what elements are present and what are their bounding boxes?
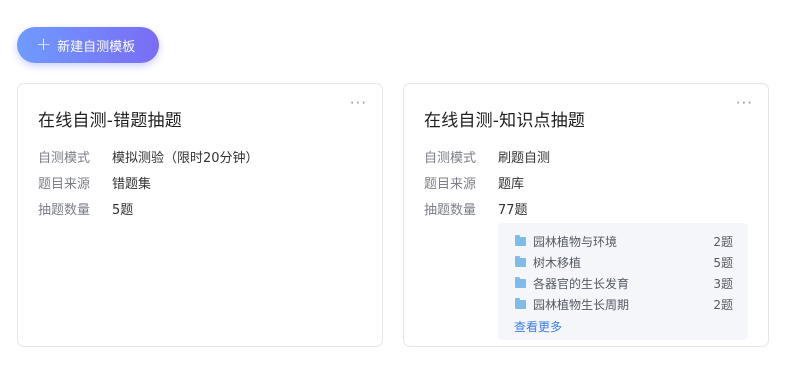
info-label: 自测模式 (424, 151, 477, 166)
info-row-source: 题目来源 错题集 (38, 173, 151, 192)
ellipsis-icon[interactable]: ··· (736, 96, 753, 111)
knowledge-point-count: 2题 (713, 234, 733, 249)
folder-icon (515, 276, 526, 288)
template-card-wrong-questions[interactable]: 在线自测-错题抽题 ··· 自测模式 模拟测验（限时20分钟） 题目来源 错题集… (17, 83, 383, 347)
card-title: 在线自测-知识点抽题 (424, 111, 586, 131)
knowledge-point-count: 5题 (713, 255, 733, 270)
info-value: 模拟测验（限时20分钟） (112, 151, 259, 166)
new-template-label: 新建自测模板 (57, 39, 136, 55)
knowledge-point-panel: 园林植物与环境 2题 树木移植 5题 各器官的生长发育 3题 园林植物生长周期 … (498, 223, 748, 340)
info-row-source: 题目来源 题库 (424, 173, 524, 192)
info-row-count: 抽题数量 77题 (424, 199, 528, 218)
info-value: 题库 (498, 177, 525, 192)
info-label: 题目来源 (38, 177, 91, 192)
knowledge-point-name: 树木移植 (533, 255, 582, 270)
knowledge-point-name: 园林植物生长周期 (533, 297, 630, 312)
knowledge-point-item: 各器官的生长发育 3题 (515, 274, 733, 292)
info-row-mode: 自测模式 模拟测验（限时20分钟） (38, 147, 259, 166)
folder-icon (515, 255, 526, 267)
plus-icon: + (36, 34, 52, 55)
info-row-mode: 自测模式 刷题自测 (424, 147, 550, 166)
template-card-knowledge-points[interactable]: 在线自测-知识点抽题 ··· 自测模式 刷题自测 题目来源 题库 抽题数量 77… (403, 83, 769, 347)
info-value: 5题 (112, 203, 134, 218)
info-label: 自测模式 (38, 151, 91, 166)
knowledge-point-item: 园林植物生长周期 2题 (515, 295, 733, 313)
see-more-link[interactable]: 查看更多 (514, 318, 562, 335)
info-label: 题目来源 (424, 177, 477, 192)
info-label: 抽题数量 (424, 203, 477, 218)
knowledge-point-count: 3题 (713, 276, 733, 291)
info-value: 错题集 (112, 177, 152, 192)
info-label: 抽题数量 (38, 203, 91, 218)
new-template-button[interactable]: + 新建自测模板 (17, 27, 159, 63)
knowledge-point-name: 各器官的生长发育 (533, 276, 630, 291)
info-row-count: 抽题数量 5题 (38, 199, 133, 218)
card-title: 在线自测-错题抽题 (38, 111, 182, 131)
info-value: 77题 (498, 203, 528, 218)
knowledge-point-name: 园林植物与环境 (533, 234, 618, 249)
knowledge-point-count: 2题 (713, 297, 733, 312)
knowledge-point-item: 园林植物与环境 2题 (515, 232, 733, 250)
knowledge-point-item: 树木移植 5题 (515, 253, 733, 271)
info-value: 刷题自测 (498, 151, 551, 166)
folder-icon (515, 297, 526, 309)
ellipsis-icon[interactable]: ··· (350, 96, 367, 111)
folder-icon (515, 234, 526, 246)
